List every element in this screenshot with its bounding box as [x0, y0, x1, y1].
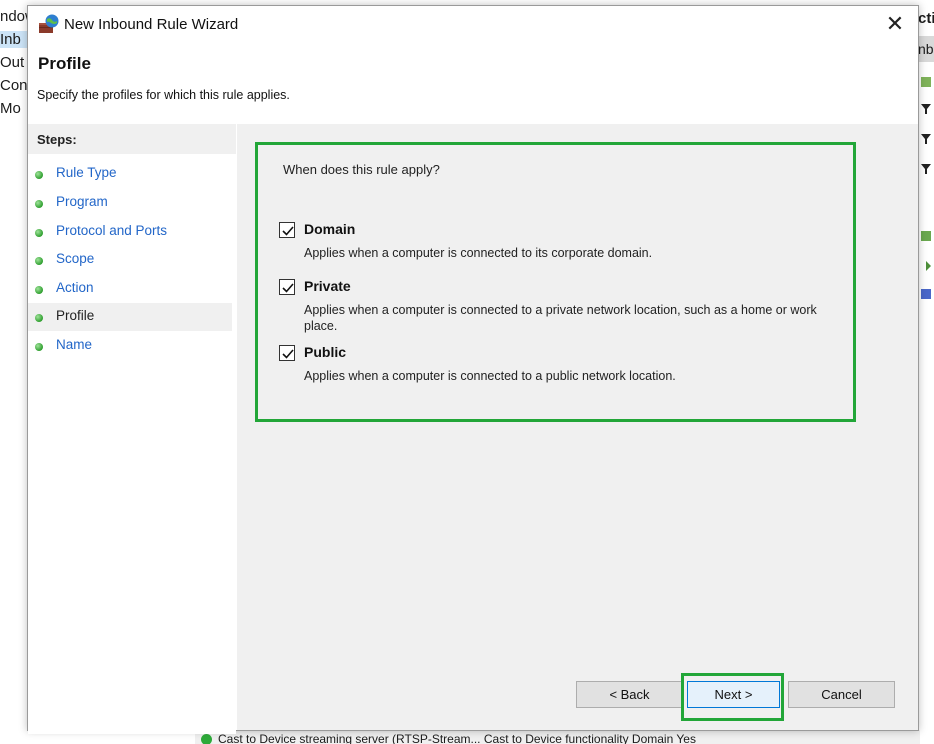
- next-button[interactable]: Next >: [687, 681, 780, 708]
- step-protocol-and-ports[interactable]: Protocol and Ports: [28, 218, 232, 246]
- step-name[interactable]: Name: [28, 332, 232, 360]
- filter-icon[interactable]: [920, 133, 932, 145]
- steps-panel: Steps: Rule Type Program Protocol and Po…: [28, 124, 236, 734]
- dialog-title: New Inbound Rule Wizard: [64, 16, 239, 33]
- step-action[interactable]: Action: [28, 275, 232, 303]
- question-label: When does this rule apply?: [283, 162, 440, 177]
- background-rule-list: Cast to Device streaming server (RTSP-St…: [195, 730, 920, 744]
- private-label[interactable]: Private: [304, 278, 351, 294]
- help-icon[interactable]: [920, 288, 932, 300]
- filter-icon[interactable]: [920, 163, 932, 175]
- private-checkbox[interactable]: [279, 279, 295, 295]
- refresh-icon[interactable]: [920, 230, 932, 242]
- firewall-app-icon: [39, 14, 59, 33]
- background-tree-item-monitoring[interactable]: Mo: [0, 100, 21, 117]
- step-label: Program: [56, 194, 108, 209]
- new-inbound-rule-wizard-dialog: New Inbound Rule Wizard ✕ Profile Specif…: [27, 5, 919, 734]
- step-label: Name: [56, 337, 93, 352]
- domain-label[interactable]: Domain: [304, 221, 355, 237]
- checkmark-icon: [282, 349, 294, 359]
- export-icon[interactable]: [920, 260, 932, 272]
- step-bullet-icon: [35, 343, 43, 351]
- domain-checkbox[interactable]: [279, 222, 295, 238]
- background-tree-panel: ndow Inb Out Con Mo: [0, 0, 36, 740]
- step-bullet-icon: [35, 171, 43, 179]
- step-bullet-icon: [35, 229, 43, 237]
- step-program[interactable]: Program: [28, 189, 232, 217]
- step-profile[interactable]: Profile: [28, 303, 232, 331]
- background-actions-header: cti: [918, 10, 934, 27]
- public-label[interactable]: Public: [304, 344, 346, 360]
- wizard-content: When does this rule apply? Domain Applie…: [237, 124, 918, 730]
- close-icon: ✕: [885, 11, 905, 36]
- step-label: Protocol and Ports: [56, 223, 168, 238]
- step-label: Profile: [56, 308, 95, 323]
- step-rule-type[interactable]: Rule Type: [28, 160, 232, 188]
- new-rule-icon[interactable]: [920, 76, 932, 88]
- back-button[interactable]: < Back: [576, 681, 683, 708]
- step-bullet-icon: [35, 257, 43, 265]
- domain-description: Applies when a computer is connected to …: [304, 246, 653, 260]
- step-label: Rule Type: [56, 165, 117, 180]
- background-rule-row[interactable]: Cast to Device streaming server (RTSP-St…: [201, 732, 696, 744]
- step-scope[interactable]: Scope: [28, 246, 232, 274]
- step-bullet-icon: [35, 200, 43, 208]
- cancel-button[interactable]: Cancel: [788, 681, 895, 708]
- background-rule-row-text: Cast to Device streaming server (RTSP-St…: [218, 732, 696, 744]
- background-tree-item-connection[interactable]: Con: [0, 77, 28, 94]
- step-bullet-icon: [35, 314, 43, 322]
- background-actions-pane: cti nb: [918, 0, 934, 740]
- checkmark-icon: [282, 283, 294, 293]
- step-label: Scope: [56, 251, 95, 266]
- close-button[interactable]: ✕: [880, 12, 910, 38]
- checkmark-icon: [282, 226, 294, 236]
- background-actions-bar[interactable]: nb: [918, 36, 934, 62]
- step-bullet-icon: [35, 286, 43, 294]
- background-tree-item-inbound[interactable]: Inb: [0, 31, 28, 48]
- step-label: Action: [56, 280, 94, 295]
- wizard-header: Profile Specify the profiles for which t…: [28, 44, 918, 124]
- title-bar[interactable]: New Inbound Rule Wizard ✕: [28, 6, 918, 44]
- page-title: Profile: [38, 54, 91, 73]
- private-description: Applies when a computer is connected to …: [304, 303, 817, 333]
- steps-title: Steps:: [28, 124, 236, 154]
- public-description: Applies when a computer is connected to …: [304, 369, 676, 383]
- background-tree-item-outbound[interactable]: Out: [0, 54, 24, 71]
- enabled-rule-icon: [201, 734, 212, 744]
- public-checkbox[interactable]: [279, 345, 295, 361]
- page-description: Specify the profiles for which this rule…: [37, 88, 290, 102]
- filter-icon[interactable]: [920, 103, 932, 115]
